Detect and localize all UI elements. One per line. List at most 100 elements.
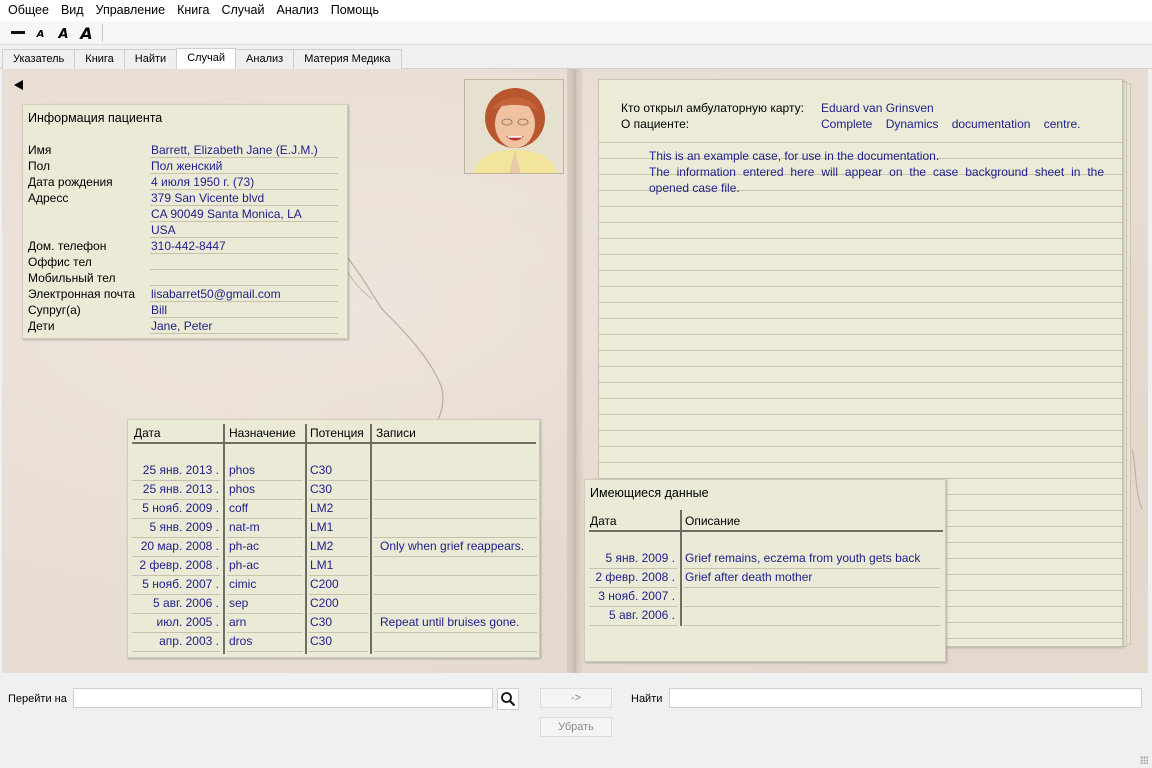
cell-date: июл. 2005 . xyxy=(156,615,219,629)
menu-help[interactable]: Помощь xyxy=(325,0,385,21)
font-medium-button[interactable]: A xyxy=(52,23,75,43)
row-underline xyxy=(374,651,537,652)
table-row[interactable]: 5 нояб. 2007 . cimic C200 xyxy=(128,576,541,595)
cell-date: 5 янв. 2009 . xyxy=(605,551,675,565)
table-row[interactable]: 5 нояб. 2009 . coff LM2 xyxy=(128,500,541,519)
cell-potency: C30 xyxy=(310,482,333,496)
tab-materia-medica[interactable]: Материя Медика xyxy=(293,49,402,69)
minus-icon xyxy=(10,31,25,34)
goto-input[interactable] xyxy=(73,688,493,708)
column-header-notes[interactable]: Записи xyxy=(376,426,416,440)
available-data-title: Имеющиеся данные xyxy=(590,486,709,500)
cell-date: 3 нояб. 2007 . xyxy=(598,589,675,603)
patient-photo[interactable] xyxy=(464,79,564,174)
back-arrow-icon[interactable] xyxy=(12,78,26,92)
table-row[interactable]: 5 авг. 2006 . sep C200 xyxy=(128,595,541,614)
clear-button[interactable]: Убрать xyxy=(540,717,612,737)
menu-book[interactable]: Книга xyxy=(171,0,215,21)
tab-analysis[interactable]: Анализ xyxy=(235,49,295,69)
table-row[interactable]: 5 янв. 2009 . Grief remains, eczema from … xyxy=(585,550,947,569)
field-value: 310-442-8447 xyxy=(151,239,226,253)
cell-description: Grief remains, eczema from youth gets ba… xyxy=(685,551,921,565)
row-underline xyxy=(132,651,220,652)
cell-remedy: ph-ac xyxy=(229,558,260,572)
table-row[interactable]: 20 мар. 2008 . ph-ac LM2 Only when grief re… xyxy=(128,538,541,557)
column-header-potency[interactable]: Потенция xyxy=(310,426,364,440)
cell-description: Grief after death mother xyxy=(685,570,813,584)
menu-manage[interactable]: Управление xyxy=(90,0,172,21)
table-row[interactable]: июл. 2005 . arn C30 Repeat until bruises go… xyxy=(128,614,541,633)
row-underline xyxy=(589,625,677,626)
tab-book[interactable]: Книга xyxy=(74,49,125,69)
field-label: Дом. телефон xyxy=(28,239,107,253)
field-label: Дата рождения xyxy=(28,175,113,189)
cell-date: 5 янв. 2009 . xyxy=(149,520,219,534)
menu-bar: Общее Вид Управление Книга Случай Анализ… xyxy=(0,0,1152,21)
menu-view[interactable]: Вид xyxy=(55,0,90,21)
field-label: Пол xyxy=(28,159,51,173)
magnifier-icon xyxy=(501,692,516,707)
field-value: CA 90049 Santa Monica, LA xyxy=(151,207,302,221)
book-spine xyxy=(567,69,583,673)
cell-remedy: sep xyxy=(229,596,249,610)
bottom-bar: Перейти на -> Найти Убрать xyxy=(0,673,1152,768)
cell-notes: Repeat until bruises gone. xyxy=(380,615,520,629)
table-row[interactable]: 5 авг. 2006 . xyxy=(585,607,947,626)
menu-analysis[interactable]: Анализ xyxy=(271,0,325,21)
cell-date: 5 нояб. 2009 . xyxy=(142,501,219,515)
find-input[interactable] xyxy=(669,688,1142,708)
font-large-button[interactable]: A xyxy=(75,23,98,43)
about-patient-label: О пациенте: xyxy=(621,117,690,131)
tab-find[interactable]: Найти xyxy=(123,49,178,69)
field-value: USA xyxy=(151,223,176,237)
menu-case[interactable]: Случай xyxy=(215,0,270,21)
field-value: Bill xyxy=(151,303,168,317)
font-small-button[interactable]: A xyxy=(29,23,52,43)
table-row[interactable]: 5 янв. 2009 . nat-m LM1 xyxy=(128,519,541,538)
cell-remedy: dros xyxy=(229,634,253,648)
opened-by-value[interactable]: Eduard van Grinsven xyxy=(821,100,934,116)
cell-remedy: arn xyxy=(229,615,247,629)
header-rule xyxy=(132,442,536,444)
column-header-description[interactable]: Описание xyxy=(685,514,740,528)
tab-repertory[interactable]: Указатель xyxy=(2,49,76,69)
cell-potency: C30 xyxy=(310,615,333,629)
table-row[interactable]: 3 нояб. 2007 . xyxy=(585,588,947,607)
cell-date: 2 февр. 2008 . xyxy=(595,570,675,584)
cell-date: 5 авг. 2006 . xyxy=(609,608,675,622)
field-underline xyxy=(150,269,338,270)
cell-date: 5 авг. 2006 . xyxy=(153,596,219,610)
menu-general[interactable]: Общее xyxy=(2,0,55,21)
go-arrow-button[interactable]: -> xyxy=(540,688,612,708)
row-underline xyxy=(309,651,368,652)
table-row[interactable]: 2 февр. 2008 . Grief after death mother xyxy=(585,569,947,588)
cell-remedy: phos xyxy=(229,463,256,477)
column-header-remedy[interactable]: Назначение xyxy=(229,426,296,440)
about-patient-value[interactable]: Complete Dynamics documentation centre. xyxy=(821,116,1080,132)
table-row[interactable]: апр. 2003 . dros C30 xyxy=(128,633,541,652)
table-row[interactable]: 2 февр. 2008 . ph-ac LM1 xyxy=(128,557,541,576)
toolbar-separator xyxy=(102,23,103,42)
cell-date: 2 февр. 2008 . xyxy=(139,558,219,572)
resize-grip-icon[interactable] xyxy=(1140,756,1148,764)
cell-remedy: nat-m xyxy=(229,520,260,534)
available-data-card: Имеющиеся данные Дата Описание 5 янв. 20… xyxy=(584,479,946,662)
table-row[interactable]: 25 янв. 2013 . phos C30 xyxy=(128,481,541,500)
field-label: Дети xyxy=(28,319,55,333)
cell-potency: C30 xyxy=(310,463,333,477)
goto-label: Перейти на xyxy=(8,693,67,705)
app-window: Общее Вид Управление Книга Случай Анализ… xyxy=(0,0,1152,768)
opened-by-label: Кто открыл амбулаторную карту: xyxy=(621,101,804,115)
cell-notes: Only when grief reappears. xyxy=(380,539,525,553)
case-background-text[interactable]: This is an example case, for use in the … xyxy=(649,148,1104,196)
font-smaller-button[interactable] xyxy=(6,23,29,43)
field-value: 379 San Vicente blvd xyxy=(151,191,265,205)
table-row[interactable]: 25 янв. 2013 . phos C30 xyxy=(128,462,541,481)
cell-potency: C200 xyxy=(310,596,339,610)
column-header-date[interactable]: Дата xyxy=(134,426,161,440)
tab-case[interactable]: Случай xyxy=(176,48,237,69)
search-button[interactable] xyxy=(497,688,519,710)
column-header-date[interactable]: Дата xyxy=(590,514,617,528)
field-label: Электронная почта xyxy=(28,287,136,301)
cell-date: 20 мар. 2008 . xyxy=(140,539,219,553)
